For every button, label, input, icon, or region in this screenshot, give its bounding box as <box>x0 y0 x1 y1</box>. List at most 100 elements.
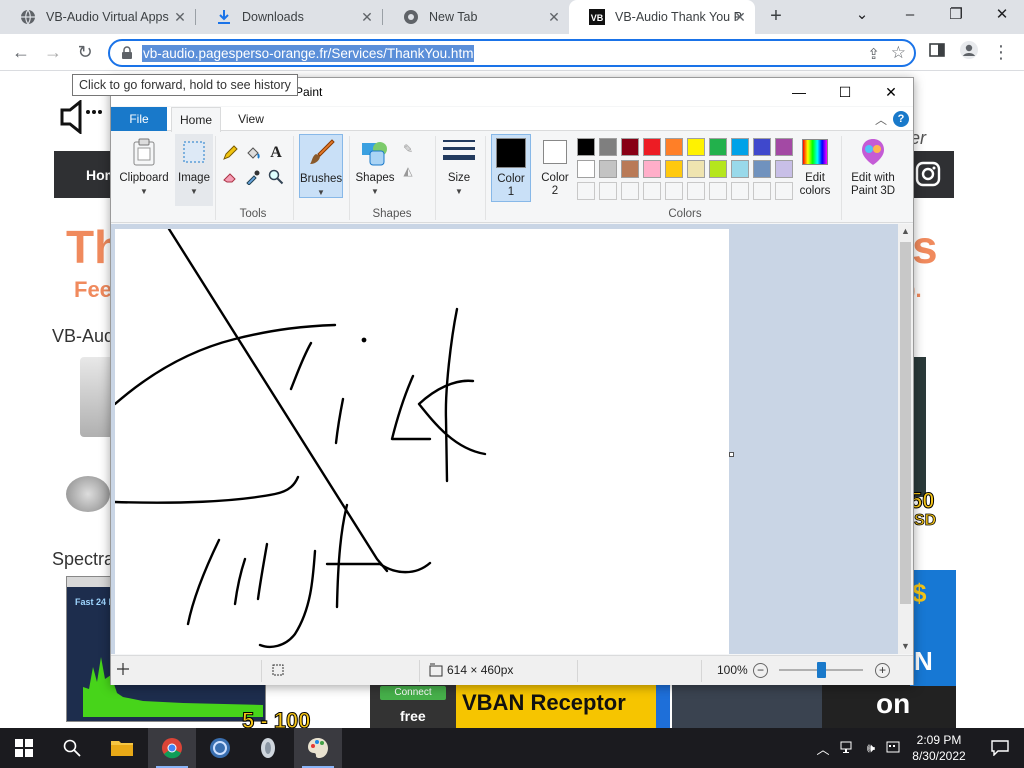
taskbar-chrome[interactable] <box>148 728 196 768</box>
url-text[interactable]: vb-audio.pagesperso-orange.fr/Services/T… <box>142 45 475 62</box>
product-image[interactable] <box>66 476 110 512</box>
paint-close-icon[interactable]: ✕ <box>871 81 911 103</box>
palette-swatch[interactable] <box>665 160 683 178</box>
chrome-menu-icon[interactable]: ⋮ <box>988 40 1014 66</box>
reload-button[interactable]: ↻ <box>72 40 98 66</box>
drawing-canvas[interactable] <box>113 227 729 654</box>
clipboard-button[interactable]: Clipboard ▼ <box>115 134 173 206</box>
tab-vb-audio-thank-you[interactable]: VB VB-Audio Thank You P ✕ <box>569 0 755 34</box>
canvas-resize-handle[interactable] <box>729 452 734 457</box>
start-button[interactable] <box>0 728 48 768</box>
restore-icon[interactable]: ❐ <box>944 4 968 28</box>
lock-icon[interactable] <box>120 46 134 60</box>
banner-mixer[interactable] <box>672 684 822 728</box>
palette-swatch[interactable] <box>775 138 793 156</box>
palette-swatch[interactable] <box>775 160 793 178</box>
bookmark-star-icon[interactable]: ☆ <box>891 43 906 63</box>
minimize-icon[interactable]: – <box>898 4 922 28</box>
product-image[interactable] <box>912 357 926 497</box>
palette-swatch[interactable] <box>577 138 595 156</box>
notification-center-button[interactable] <box>976 728 1024 768</box>
custom-color-slot[interactable] <box>775 182 793 200</box>
color-picker-icon[interactable] <box>244 168 262 186</box>
palette-swatch[interactable] <box>621 138 639 156</box>
back-button[interactable]: ← <box>8 40 34 66</box>
palette-swatch[interactable] <box>731 160 749 178</box>
show-hidden-icons-chevron-icon[interactable]: ︿ <box>814 739 832 758</box>
address-bar[interactable]: vb-audio.pagesperso-orange.fr/Services/T… <box>108 39 916 67</box>
brushes-button[interactable]: Brushes ▼ <box>299 134 343 198</box>
close-tab-icon[interactable]: ✕ <box>173 10 187 24</box>
outline-icon[interactable]: ✎ <box>399 140 417 158</box>
new-tab-button[interactable]: + <box>766 6 786 27</box>
close-tab-icon[interactable]: ✕ <box>733 10 747 24</box>
paint-maximize-icon[interactable]: ☐ <box>825 81 865 103</box>
collapse-ribbon-icon[interactable]: ︿ <box>875 111 887 128</box>
tab-file[interactable]: File <box>111 107 167 131</box>
pencil-icon[interactable] <box>221 144 239 162</box>
tab-home[interactable]: Home <box>171 107 221 132</box>
tab-view[interactable]: View <box>229 107 273 132</box>
canvas-vertical-scrollbar[interactable]: ▲ ▼ <box>898 224 913 654</box>
custom-color-slot[interactable] <box>599 182 617 200</box>
palette-swatch[interactable] <box>731 138 749 156</box>
custom-color-slot[interactable] <box>665 182 683 200</box>
palette-swatch[interactable] <box>687 160 705 178</box>
size-button[interactable]: Size ▼ <box>439 134 479 198</box>
taskbar-file-explorer[interactable] <box>98 728 146 768</box>
tab-downloads[interactable]: Downloads ✕ <box>196 0 382 34</box>
custom-color-slot[interactable] <box>687 182 705 200</box>
fill-bucket-icon[interactable] <box>244 144 262 162</box>
forward-button[interactable]: → <box>40 40 66 66</box>
palette-swatch[interactable] <box>709 160 727 178</box>
palette-swatch[interactable] <box>687 138 705 156</box>
palette-swatch[interactable] <box>709 138 727 156</box>
side-panel-icon[interactable] <box>924 40 950 66</box>
custom-color-slot[interactable] <box>621 182 639 200</box>
palette-swatch[interactable] <box>753 138 771 156</box>
edit-colors-button[interactable]: Edit colors <box>795 134 835 202</box>
palette-swatch[interactable] <box>643 138 661 156</box>
tab-search-chevron-icon[interactable]: ⌄ <box>850 4 874 28</box>
instagram-icon[interactable] <box>914 160 942 191</box>
custom-color-slot[interactable] <box>577 182 595 200</box>
banner-connect[interactable]: Connect free <box>370 684 456 728</box>
palette-swatch[interactable] <box>599 138 617 156</box>
paint-minimize-icon[interactable]: — <box>779 81 819 103</box>
palette-swatch[interactable] <box>665 138 683 156</box>
palette-swatch[interactable] <box>753 160 771 178</box>
close-tab-icon[interactable]: ✕ <box>360 10 374 24</box>
canvas-area[interactable] <box>111 224 898 654</box>
scroll-up-icon[interactable]: ▲ <box>898 224 913 239</box>
system-clock[interactable]: 2:09 PM 8/30/2022 <box>904 732 974 764</box>
scrollbar-thumb[interactable] <box>900 242 911 604</box>
fill-icon[interactable]: ◭ <box>399 162 417 180</box>
language-icon[interactable] <box>882 740 904 757</box>
help-icon[interactable]: ? <box>893 111 909 127</box>
palette-swatch[interactable] <box>599 160 617 178</box>
palette-swatch[interactable] <box>643 160 661 178</box>
zoom-out-button[interactable]: − <box>753 663 768 678</box>
taskbar-audio-app[interactable] <box>196 728 244 768</box>
volume-icon[interactable]: 🕪 <box>860 740 882 756</box>
edit-with-paint3d-button[interactable]: Edit with Paint 3D <box>845 134 901 202</box>
zoom-slider-thumb[interactable] <box>817 662 826 678</box>
custom-color-slot[interactable] <box>731 182 749 200</box>
search-button[interactable] <box>48 728 96 768</box>
zoom-in-button[interactable]: + <box>875 663 890 678</box>
magnifier-icon[interactable] <box>267 168 285 186</box>
scroll-down-icon[interactable]: ▼ <box>898 639 913 654</box>
text-tool-icon[interactable]: A <box>267 144 285 162</box>
custom-color-slot[interactable] <box>709 182 727 200</box>
taskbar-paint[interactable] <box>294 728 342 768</box>
share-icon[interactable]: ⇪ <box>867 45 880 63</box>
banner-blue[interactable]: $ N <box>910 570 956 686</box>
tab-vb-audio-virtual-apps[interactable]: VB-Audio Virtual Apps ✕ <box>0 0 195 34</box>
palette-swatch[interactable] <box>621 160 639 178</box>
shapes-button[interactable]: Shapes ▼ <box>355 134 395 198</box>
tab-new-tab[interactable]: New Tab ✕ <box>383 0 569 34</box>
custom-color-slot[interactable] <box>753 182 771 200</box>
close-window-icon[interactable]: ✕ <box>990 4 1014 28</box>
color1-button[interactable]: Color 1 <box>491 134 531 202</box>
profile-avatar-icon[interactable] <box>956 40 982 66</box>
